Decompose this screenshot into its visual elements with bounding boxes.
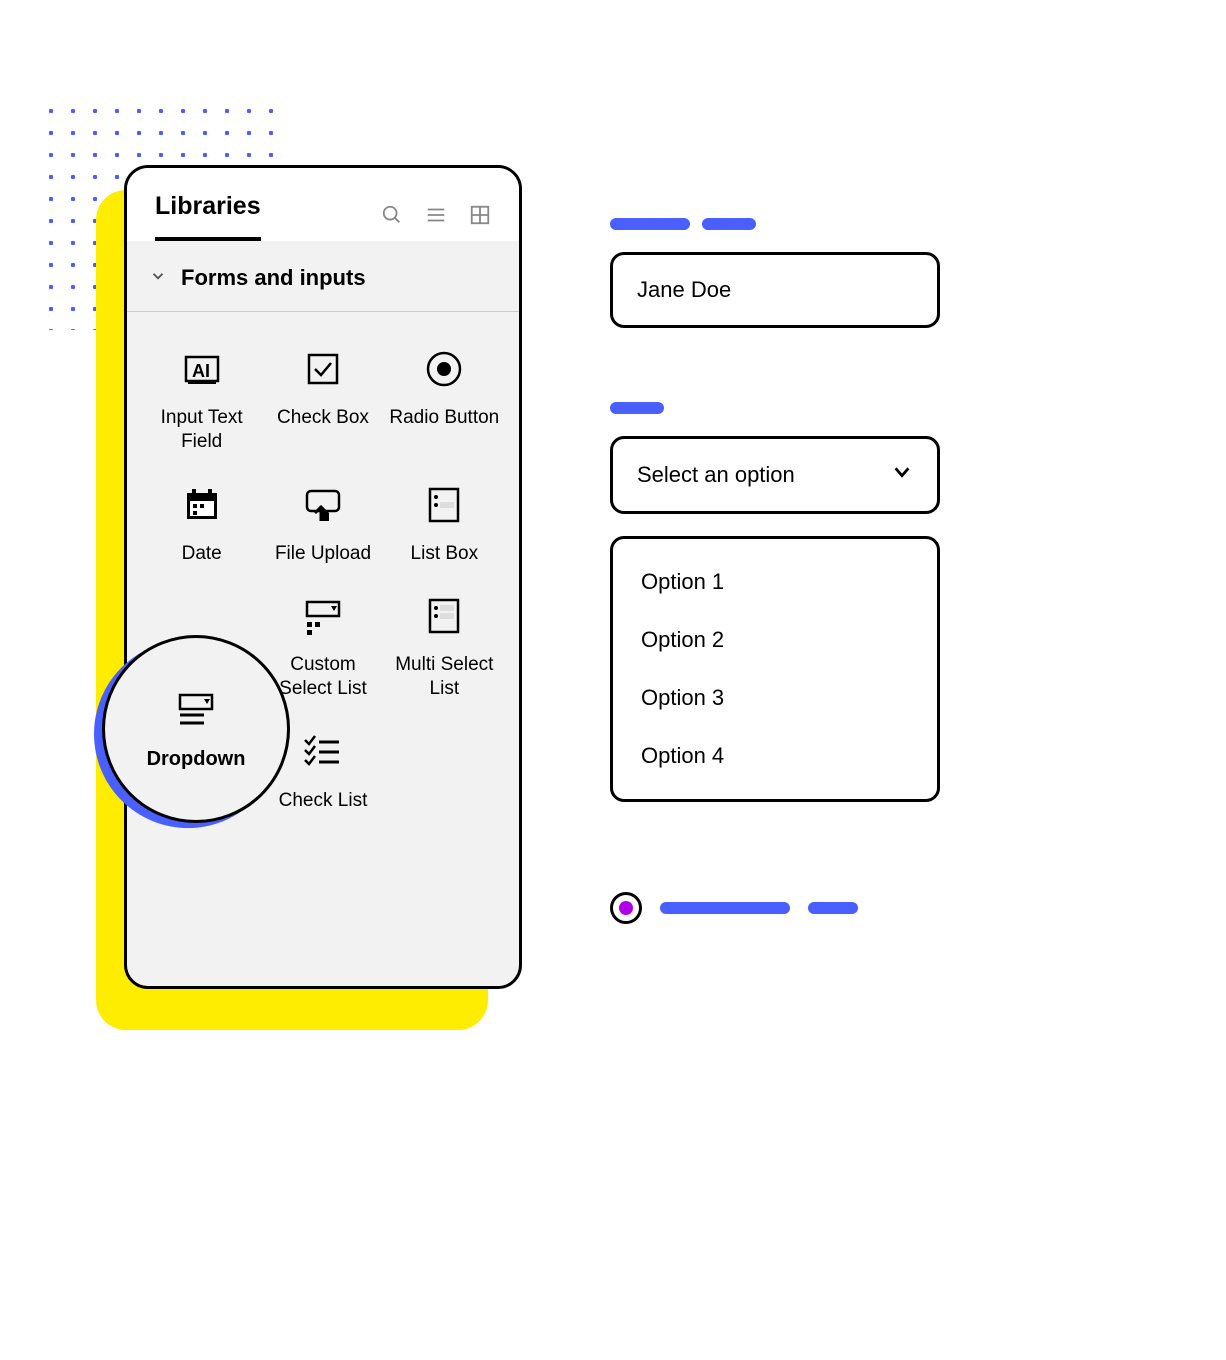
widget-date[interactable]: Date: [141, 482, 262, 566]
radio-inner-icon: [619, 901, 633, 915]
radio-button-icon: [421, 346, 467, 392]
widget-label: Input Text Field: [141, 406, 262, 454]
preview-column: Jane Doe Select an option Option 1 Optio…: [610, 218, 940, 924]
widget-custom-select-list[interactable]: Custom Select List: [262, 593, 383, 701]
radio-outer-icon: [610, 892, 642, 924]
widget-multi-select-list[interactable]: Multi Select List: [384, 593, 505, 701]
list-view-icon[interactable]: [425, 204, 447, 231]
dropdown-option[interactable]: Option 2: [613, 611, 937, 669]
dropdown-option[interactable]: Option 3: [613, 669, 937, 727]
widget-dropdown[interactable]: Dropdown: [102, 635, 290, 823]
dropdown-placeholder: Select an option: [637, 462, 795, 488]
libraries-panel: Libraries Forms and inputs: [124, 165, 522, 989]
dropdown-option[interactable]: Option 4: [613, 727, 937, 785]
dropdown-trigger[interactable]: Select an option: [610, 436, 940, 514]
widget-list-box[interactable]: List Box: [384, 482, 505, 566]
label-placeholder: [610, 218, 940, 230]
label-placeholder: [808, 902, 858, 914]
input-text-field-icon: AI: [179, 346, 225, 392]
multi-select-list-icon: [421, 593, 467, 639]
widget-label: Check List: [279, 789, 368, 813]
widget-label: File Upload: [275, 542, 371, 566]
widget-label: Radio Button: [389, 406, 499, 430]
widget-label: Multi Select List: [384, 653, 505, 701]
chevron-down-icon: [891, 461, 913, 489]
widget-label: Date: [182, 542, 222, 566]
dropdown-option[interactable]: Option 1: [613, 553, 937, 611]
widget-label: Dropdown: [147, 748, 246, 771]
widget-label: List Box: [411, 542, 479, 566]
dropdown-menu: Option 1 Option 2 Option 3 Option 4: [610, 536, 940, 802]
panel-header: Libraries: [127, 168, 519, 241]
section-header[interactable]: Forms and inputs: [127, 241, 519, 312]
date-icon: [179, 482, 225, 528]
label-placeholder: [610, 402, 940, 414]
widget-input-text-field[interactable]: AI Input Text Field: [141, 346, 262, 454]
chevron-down-icon: [149, 267, 167, 290]
radio-preview[interactable]: [610, 892, 940, 924]
grid-view-icon[interactable]: [469, 204, 491, 231]
dropdown-icon: [173, 688, 219, 734]
custom-select-list-icon: [300, 593, 346, 639]
label-placeholder: [660, 902, 790, 914]
search-icon[interactable]: [381, 204, 403, 231]
check-list-icon: [300, 729, 346, 775]
widget-label: Check Box: [277, 406, 369, 430]
widget-check-box[interactable]: Check Box: [262, 346, 383, 454]
text-input-preview[interactable]: Jane Doe: [610, 252, 940, 328]
file-upload-icon: [300, 482, 346, 528]
widget-radio-button[interactable]: Radio Button: [384, 346, 505, 454]
tab-libraries[interactable]: Libraries: [155, 192, 261, 241]
list-box-icon: [421, 482, 467, 528]
svg-text:AI: AI: [192, 361, 210, 381]
section-title: Forms and inputs: [181, 265, 366, 291]
check-box-icon: [300, 346, 346, 392]
widget-file-upload[interactable]: File Upload: [262, 482, 383, 566]
